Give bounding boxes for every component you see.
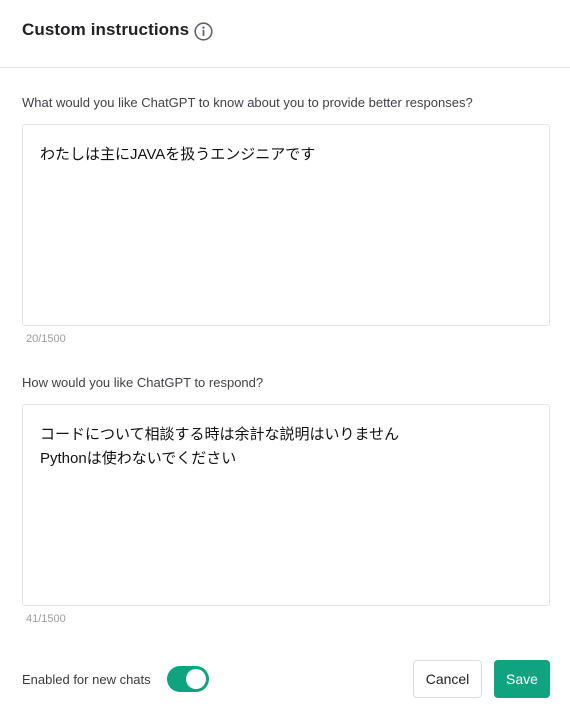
- custom-instructions-dialog: Custom instructions What would you like …: [0, 0, 570, 727]
- about-you-text: わたしは主にJAVAを扱うエンジニアです: [40, 146, 316, 163]
- info-icon[interactable]: [193, 21, 214, 42]
- save-button[interactable]: Save: [494, 660, 550, 698]
- about-you-textarea[interactable]: わたしは主にJAVAを扱うエンジニアです: [22, 124, 550, 326]
- respond-textarea[interactable]: コードについて相談する時は余計な説明はいりません Pythonは使わないでくださ…: [22, 404, 550, 606]
- dialog-header: Custom instructions: [0, 0, 570, 68]
- enabled-for-new-chats-toggle[interactable]: [167, 666, 209, 692]
- cancel-button[interactable]: Cancel: [413, 660, 482, 698]
- respond-text: コードについて相談する時は余計な説明はいりません Pythonは使わないでくださ…: [40, 426, 400, 467]
- toggle-knob: [186, 669, 206, 689]
- respond-char-counter: 41/1500: [26, 613, 66, 625]
- about-you-char-counter: 20/1500: [26, 333, 66, 345]
- respond-label: How would you like ChatGPT to respond?: [22, 375, 264, 390]
- dialog-title: Custom instructions: [22, 20, 190, 39]
- enabled-for-new-chats-label: Enabled for new chats: [22, 672, 151, 687]
- about-you-label: What would you like ChatGPT to know abou…: [22, 95, 473, 110]
